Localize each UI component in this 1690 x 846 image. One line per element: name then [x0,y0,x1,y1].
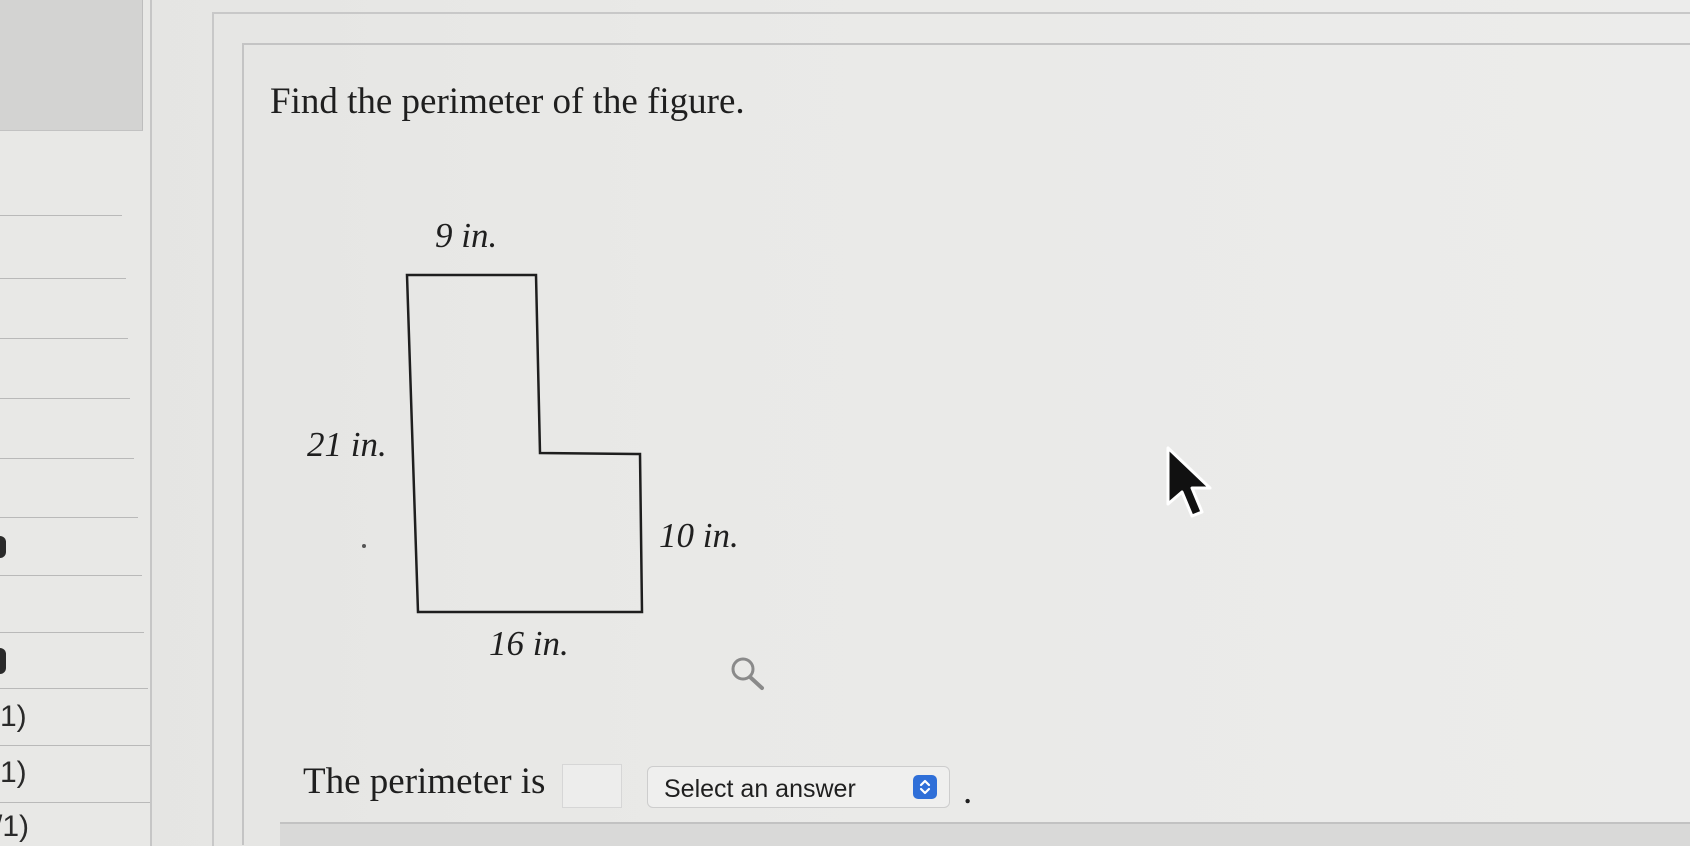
select-value: Select an answer [664,775,856,803]
answer-prompt: The perimeter is [303,761,546,802]
left-side-label: 21 in. [307,425,387,464]
sidebar-divider [0,338,128,339]
sentence-period: . [963,771,973,812]
sidebar-divider [0,632,144,633]
sidebar-divider [0,688,148,689]
sidebar-divider [0,517,138,518]
unit-select[interactable]: Select an answer [647,766,950,808]
sidebar-item-label[interactable]: 1) [0,756,27,790]
sidebar-divider [0,398,130,399]
right-side-label: 10 in. [659,516,739,555]
bottom-panel-edge [280,822,1690,846]
magnifier-icon[interactable] [728,654,770,694]
perimeter-input[interactable] [562,764,622,808]
top-side-label: 9 in. [435,216,498,255]
sidebar-header [0,0,143,131]
sidebar-paren-mark [0,648,6,674]
sidebar-divider [0,278,126,279]
bottom-side-label: 16 in. [489,624,569,663]
sidebar-item-label[interactable]: 1) [0,700,27,734]
sidebar-divider [0,575,142,576]
sidebar-item-label[interactable]: /1) [0,810,29,844]
question-prompt: Find the perimeter of the figure. [270,81,745,122]
sidebar-divider [0,802,150,803]
sidebar-divider [0,745,150,746]
up-down-chevron-icon [913,775,937,799]
sidebar-divider [0,458,134,459]
sidebar-paren-mark [0,536,6,558]
sidebar-divider [0,215,122,216]
question-list-sidebar: 1) 1) /1) [0,0,152,846]
question-card [242,43,1690,845]
screen: 1) 1) /1) Find the perimeter of the figu… [0,0,1690,846]
